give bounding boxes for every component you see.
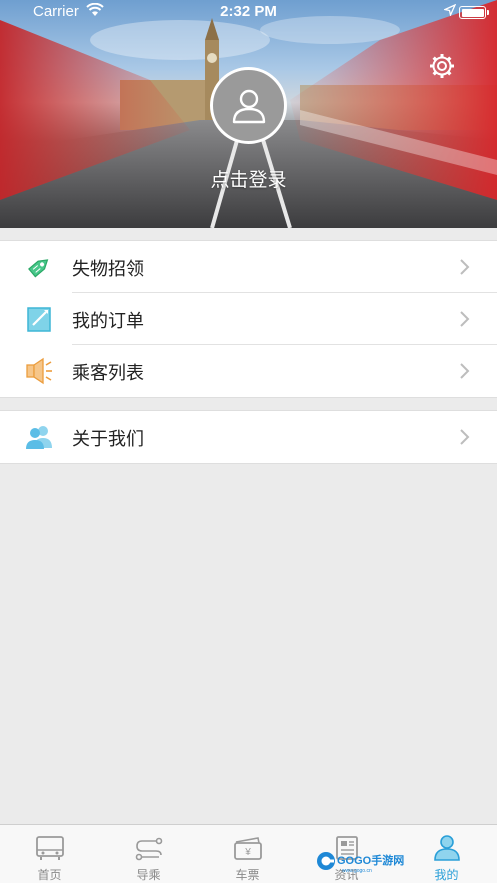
menu-group-about: 关于我们 [0, 410, 497, 464]
speaker-icon [26, 357, 52, 385]
profile-header: Carrier 2:32 PM 点击登录 [0, 0, 497, 228]
menu-group-main: 失物招领 我的订单 乘客列表 [0, 240, 497, 398]
clock: 2:32 PM [220, 3, 277, 20]
ticket-icon: ¥ [234, 837, 262, 860]
location-arrow-icon [444, 4, 456, 16]
people-icon [26, 426, 52, 449]
svg-text:¥: ¥ [244, 847, 251, 858]
bus-icon [36, 836, 64, 860]
menu-item-passenger-list[interactable]: 乘客列表 [0, 345, 497, 397]
tab-tickets[interactable]: ¥ 车票 [198, 825, 297, 883]
chevron-right-icon [460, 311, 470, 327]
login-link[interactable]: 点击登录 [0, 165, 497, 192]
chevron-right-icon [460, 429, 470, 445]
tag-icon [28, 259, 49, 278]
route-icon [135, 837, 163, 861]
avatar[interactable] [210, 67, 287, 144]
menu-label: 我的订单 [72, 311, 144, 332]
chevron-right-icon [460, 259, 470, 275]
tab-bar: 首页 导乘 ¥ 车票 资讯 我的 [0, 824, 497, 883]
chevron-right-icon [460, 363, 470, 379]
menu-item-my-orders[interactable]: 我的订单 [0, 293, 497, 345]
status-bar: Carrier 2:32 PM [0, 0, 497, 24]
menu-label: 失物招领 [72, 259, 144, 280]
person-icon [434, 835, 460, 861]
watermark-text: GOGO手游网 [337, 853, 404, 867]
watermark-subtext: www.gogo.cn [342, 868, 372, 874]
menu-item-lost-found[interactable]: 失物招领 [0, 241, 497, 293]
order-icon [27, 307, 51, 332]
menu-label: 关于我们 [72, 429, 144, 450]
tab-label: 车票 [235, 868, 260, 882]
tab-label: 导乘 [136, 868, 161, 882]
settings-gear-icon[interactable] [428, 52, 456, 80]
menu-label: 乘客列表 [72, 363, 144, 384]
gogo-watermark-logo: GOGO手游网 www.gogo.cn [317, 852, 404, 874]
user-avatar-icon [232, 89, 265, 123]
tab-guide[interactable]: 导乘 [99, 825, 198, 883]
tab-label: 首页 [37, 868, 62, 882]
battery-icon [459, 6, 489, 19]
menu-item-about-us[interactable]: 关于我们 [0, 411, 497, 463]
tab-home[interactable]: 首页 [0, 825, 99, 883]
